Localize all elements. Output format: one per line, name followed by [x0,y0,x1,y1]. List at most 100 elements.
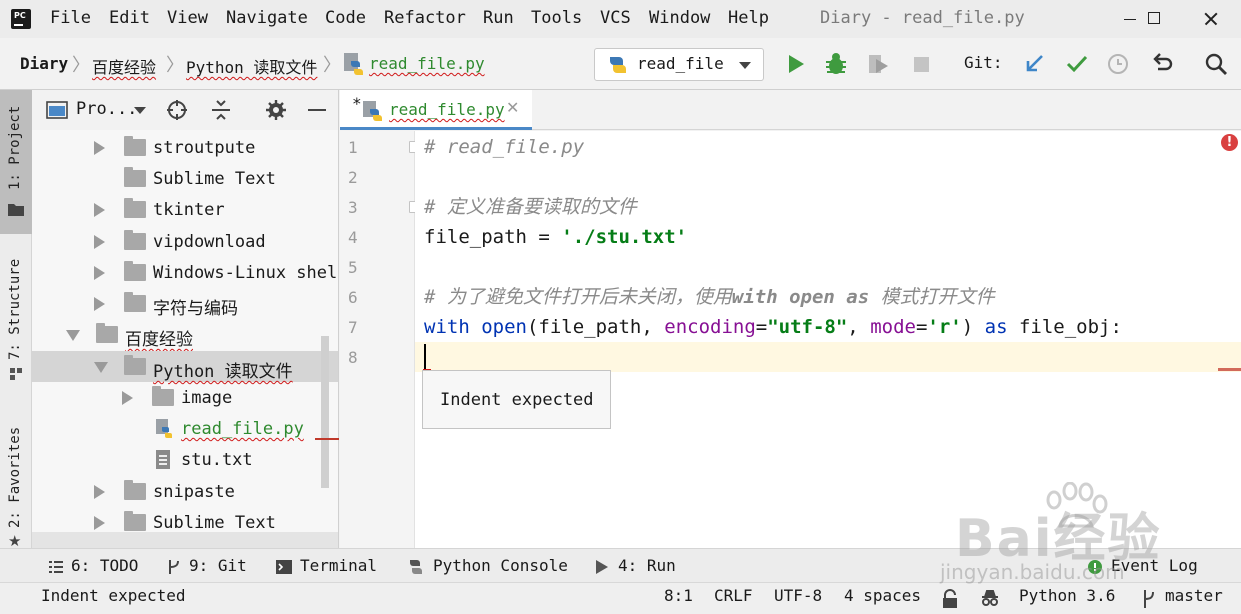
menu-tools[interactable]: Tools [531,8,582,30]
locate-file-icon[interactable] [166,99,188,121]
menu-help[interactable]: Help [728,8,769,30]
git-branch-icon[interactable] [1141,589,1157,609]
line-number: 3 [348,198,358,217]
error-stripe-marker[interactable] [1218,368,1241,371]
error-indicator-icon[interactable]: ! [1221,134,1238,151]
tree-horizontal-scrollbar[interactable] [32,532,338,548]
tab-read-file-py[interactable]: * read_file.py ✕ [340,90,532,130]
expand-arrow-icon[interactable] [94,141,105,155]
indent-setting[interactable]: 4 spaces [844,586,921,605]
stop-button[interactable] [907,50,935,78]
folder-icon [124,136,146,156]
search-icon[interactable] [1202,50,1230,78]
rollback-icon[interactable] [1148,50,1176,78]
menu-run[interactable]: Run [483,8,514,30]
python-console-icon [410,560,422,574]
tree-item-label: stu.txt [181,450,253,470]
expand-arrow-icon[interactable] [94,203,105,217]
close-icon[interactable]: ✕ [506,98,519,117]
tree-item-python-read-file[interactable]: Python 读取文件 [32,351,338,382]
menu-vcs[interactable]: VCS [600,8,631,30]
maximize-button[interactable] [1131,0,1177,38]
tree-item-baidu[interactable]: 百度经验 [32,319,338,350]
line-separator[interactable]: CRLF [714,586,753,605]
hide-panel-icon[interactable] [308,109,326,111]
expand-arrow-icon[interactable] [94,297,105,311]
tree-item-tkinter[interactable]: tkinter [32,194,338,225]
run-config-select[interactable]: read_file [594,48,764,81]
tree-item-windows-linux-shell[interactable]: Windows-Linux shell [32,257,338,288]
tree-vertical-scrollbar[interactable] [321,336,329,488]
menu-code[interactable]: Code [325,8,366,30]
git-branch[interactable]: master [1165,586,1223,605]
code-text: , [847,316,871,338]
file-encoding[interactable]: UTF-8 [774,586,822,605]
folder-icon [96,323,118,343]
text-file-icon [156,450,170,469]
navigation-bar: Diary 〉 百度经验 〉 Python 读取文件 〉 read_file.p… [0,38,1241,90]
chevron-down-icon[interactable] [133,106,147,116]
expand-arrow-icon[interactable] [94,516,105,530]
project-view-selector[interactable]: Pro... [76,99,137,119]
folder-icon [124,167,146,187]
tree-item-read-file-py[interactable]: read_file.py [32,413,338,444]
collapse-all-icon[interactable] [210,99,232,121]
tree-item-stroutpute[interactable]: stroutpute [32,132,338,163]
status-bar: Indent expected 8:1 CRLF UTF-8 4 spaces … [0,582,1241,614]
tree-item-snipaste[interactable]: snipaste [32,476,338,507]
parameter: encoding [664,316,756,338]
code-editor[interactable]: # read_file.py # 定义准备要读取的文件 file_path = … [415,131,1241,548]
expand-arrow-icon[interactable] [94,485,105,499]
tree-item-encoding[interactable]: 字符与编码 [32,288,338,319]
tree-item-image[interactable]: image [32,382,338,413]
menu-edit[interactable]: Edit [109,8,150,30]
python-interpreter[interactable]: Python 3.6 [1019,586,1115,605]
menu-refactor[interactable]: Refactor [384,8,466,30]
operator: = [526,226,562,248]
tree-item-vipdownload[interactable]: vipdownload [32,226,338,257]
folder-icon [124,292,146,312]
menu-navigate[interactable]: Navigate [226,8,308,30]
status-message: Indent expected [41,586,186,605]
string-literal: 'r' [927,316,962,338]
close-window-button[interactable] [1188,0,1234,38]
breadcrumb-file[interactable]: read_file.py [369,54,485,73]
run-button[interactable] [782,50,810,78]
code-line-7: with open(file_path, encoding="utf-8", m… [424,312,1122,342]
operator: = [755,316,768,338]
tab-label: read_file.py [389,100,505,119]
current-line-highlight [415,342,1241,372]
title-bar: PC File Edit View Navigate Code Refactor… [0,0,1241,38]
expand-arrow-icon[interactable] [94,266,105,280]
collapse-arrow-icon[interactable] [66,330,80,341]
string-literal: './stu.txt' [561,226,688,248]
expand-arrow-icon[interactable] [122,391,133,405]
git-commit-icon[interactable] [1063,50,1091,78]
git-update-icon[interactable] [1020,50,1048,78]
python-file-icon [363,101,382,121]
tree-item-sublime-text[interactable]: Sublime Text [32,163,338,194]
line-gutter: 1 2 3 4 5 6 7 8 [340,131,419,548]
operator: = [915,316,928,338]
breadcrumb-diary[interactable]: Diary [20,54,68,73]
lock-icon[interactable] [941,589,959,609]
menu-window[interactable]: Window [649,8,710,30]
structure-tool-tab[interactable]: 7: Structure [0,240,32,390]
line-number: 5 [348,258,358,277]
caret-position[interactable]: 8:1 [664,586,693,605]
menu-file[interactable]: File [50,8,91,30]
breadcrumb-baidu[interactable]: 百度经验 [92,54,156,78]
tool-label: Terminal [300,556,378,575]
inspector-icon[interactable] [979,588,1001,610]
favorites-tool-tab[interactable]: 2: Favorites ★ [0,410,32,550]
debug-button[interactable] [822,50,850,78]
project-tool-tab[interactable]: 1: Project [0,90,32,234]
gear-icon[interactable] [265,99,287,121]
collapse-arrow-icon[interactable] [94,362,108,373]
menu-view[interactable]: View [167,8,208,30]
run-with-coverage-button[interactable] [864,50,892,78]
tree-item-stu-txt[interactable]: stu.txt [32,444,338,475]
git-history-icon[interactable] [1104,50,1132,78]
breadcrumb-python-folder[interactable]: Python 读取文件 [186,54,317,78]
expand-arrow-icon[interactable] [94,235,105,249]
